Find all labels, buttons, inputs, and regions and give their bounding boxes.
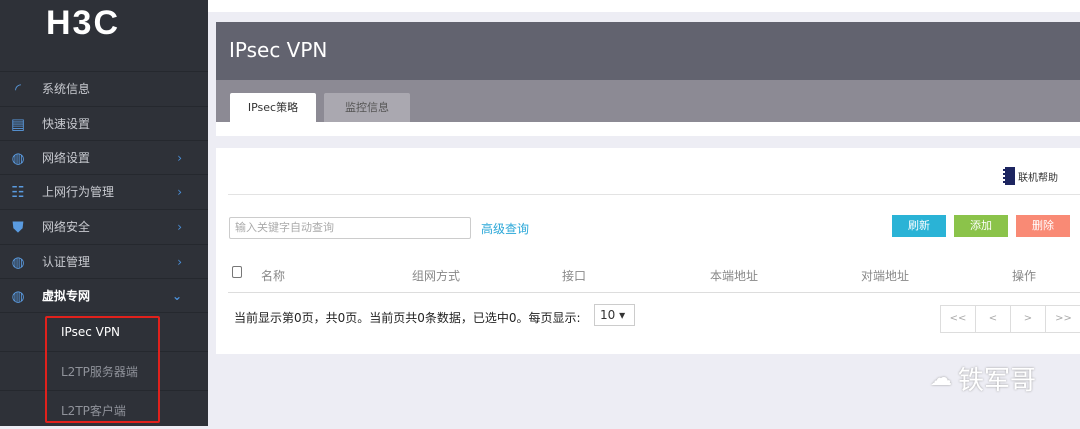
tab-bar: IPsec策略 监控信息 xyxy=(216,80,1080,122)
content-card: 联机帮助 输入关键字自动查询 高级查询 刷新 添加 删除 名称 组网方式 接口 … xyxy=(216,148,1080,354)
column-header-network-mode: 组网方式 xyxy=(412,269,461,283)
tab-content-strip xyxy=(216,122,1080,136)
sidebar-item-auth-mgmt[interactable]: ◍ 认证管理 › xyxy=(0,244,208,278)
online-help-label: 联机帮助 xyxy=(1018,172,1058,184)
sidebar-item-label: 系统信息 xyxy=(42,82,91,96)
highlight-box xyxy=(45,316,160,423)
sidebar-item-behavior-mgmt[interactable]: ☷ 上网行为管理 › xyxy=(0,174,208,208)
sidebar-item-network-settings[interactable]: ◍ 网络设置 › xyxy=(0,140,208,174)
watermark-text: 铁军哥 xyxy=(958,366,1037,396)
sidebar-item-system-info[interactable]: ◜ 系统信息 xyxy=(0,71,208,105)
advanced-query-link[interactable]: 高级查询 xyxy=(481,220,529,237)
delete-button[interactable]: 删除 xyxy=(1016,215,1070,237)
column-header-remote-address: 对端地址 xyxy=(861,269,910,283)
dashboard-icon: ◜ xyxy=(15,79,21,98)
top-bar xyxy=(208,0,1080,12)
select-all-checkbox[interactable] xyxy=(232,266,242,278)
search-input[interactable]: 输入关键字自动查询 xyxy=(229,217,471,239)
column-header-actions: 操作 xyxy=(1012,269,1037,283)
h3c-logo: H3C xyxy=(46,4,121,42)
document-edit-icon: ▤ xyxy=(10,114,26,133)
page-size-select[interactable]: 10 ▾ xyxy=(594,304,635,326)
sidebar-item-label: 上网行为管理 xyxy=(42,185,115,199)
sidebar-item-label: 快速设置 xyxy=(42,117,91,131)
column-header-name: 名称 xyxy=(261,269,286,283)
pagination-info: 当前显示第0页，共0页。当前页共0条数据，已选中0。每页显示: xyxy=(234,311,581,325)
sidebar-item-quick-setup[interactable]: ▤ 快速设置 xyxy=(0,106,208,140)
book-icon xyxy=(1003,167,1015,185)
page-title: IPsec VPN xyxy=(216,22,1080,80)
globe-user-icon: ◍ xyxy=(11,286,25,305)
sidebar-item-label: 网络安全 xyxy=(42,220,91,234)
column-header-interface: 接口 xyxy=(562,269,587,283)
globe-icon: ◍ xyxy=(11,148,25,167)
first-page-button[interactable]: << xyxy=(941,306,976,332)
chevron-right-icon: › xyxy=(177,219,182,234)
divider xyxy=(228,194,1080,195)
last-page-button[interactable]: >> xyxy=(1046,306,1080,332)
sidebar-item-label: 虚拟专网 xyxy=(42,289,91,303)
tab-ipsec-policy[interactable]: IPsec策略 xyxy=(230,93,316,122)
online-help-link[interactable]: 联机帮助 xyxy=(1003,167,1058,185)
sidebar: H3C ◜ 系统信息 ▤ 快速设置 ◍ 网络设置 › ☷ 上网行为管理 › ⛊ 网络安全 › ◍… xyxy=(0,0,208,426)
globe-icon: ◍ xyxy=(11,252,25,271)
add-button[interactable]: 添加 xyxy=(954,215,1008,237)
next-page-button[interactable]: > xyxy=(1011,306,1046,332)
table-divider xyxy=(228,292,1080,293)
sidebar-item-network-security[interactable]: ⛊ 网络安全 › xyxy=(0,209,208,243)
chevron-down-icon: ⌄ xyxy=(171,288,182,303)
sidebar-item-label: 网络设置 xyxy=(42,151,91,165)
prev-page-button[interactable]: < xyxy=(976,306,1011,332)
chevron-right-icon: › xyxy=(177,254,182,269)
sidebar-item-label: 认证管理 xyxy=(42,255,91,269)
shield-icon: ⛊ xyxy=(12,217,24,236)
pagination-controls: << < > >> xyxy=(940,305,1080,333)
tab-monitor-info[interactable]: 监控信息 xyxy=(324,93,410,122)
network-icon: ☷ xyxy=(11,182,25,201)
sidebar-item-vpn[interactable]: ◍ 虚拟专网 ⌄ xyxy=(0,278,208,312)
column-header-local-address: 本端地址 xyxy=(710,269,759,283)
wechat-icon: ☁ xyxy=(930,366,952,391)
refresh-button[interactable]: 刷新 xyxy=(892,215,946,237)
watermark: ☁ 铁军哥 xyxy=(930,360,1036,397)
chevron-right-icon: › xyxy=(177,150,182,165)
chevron-right-icon: › xyxy=(177,184,182,199)
